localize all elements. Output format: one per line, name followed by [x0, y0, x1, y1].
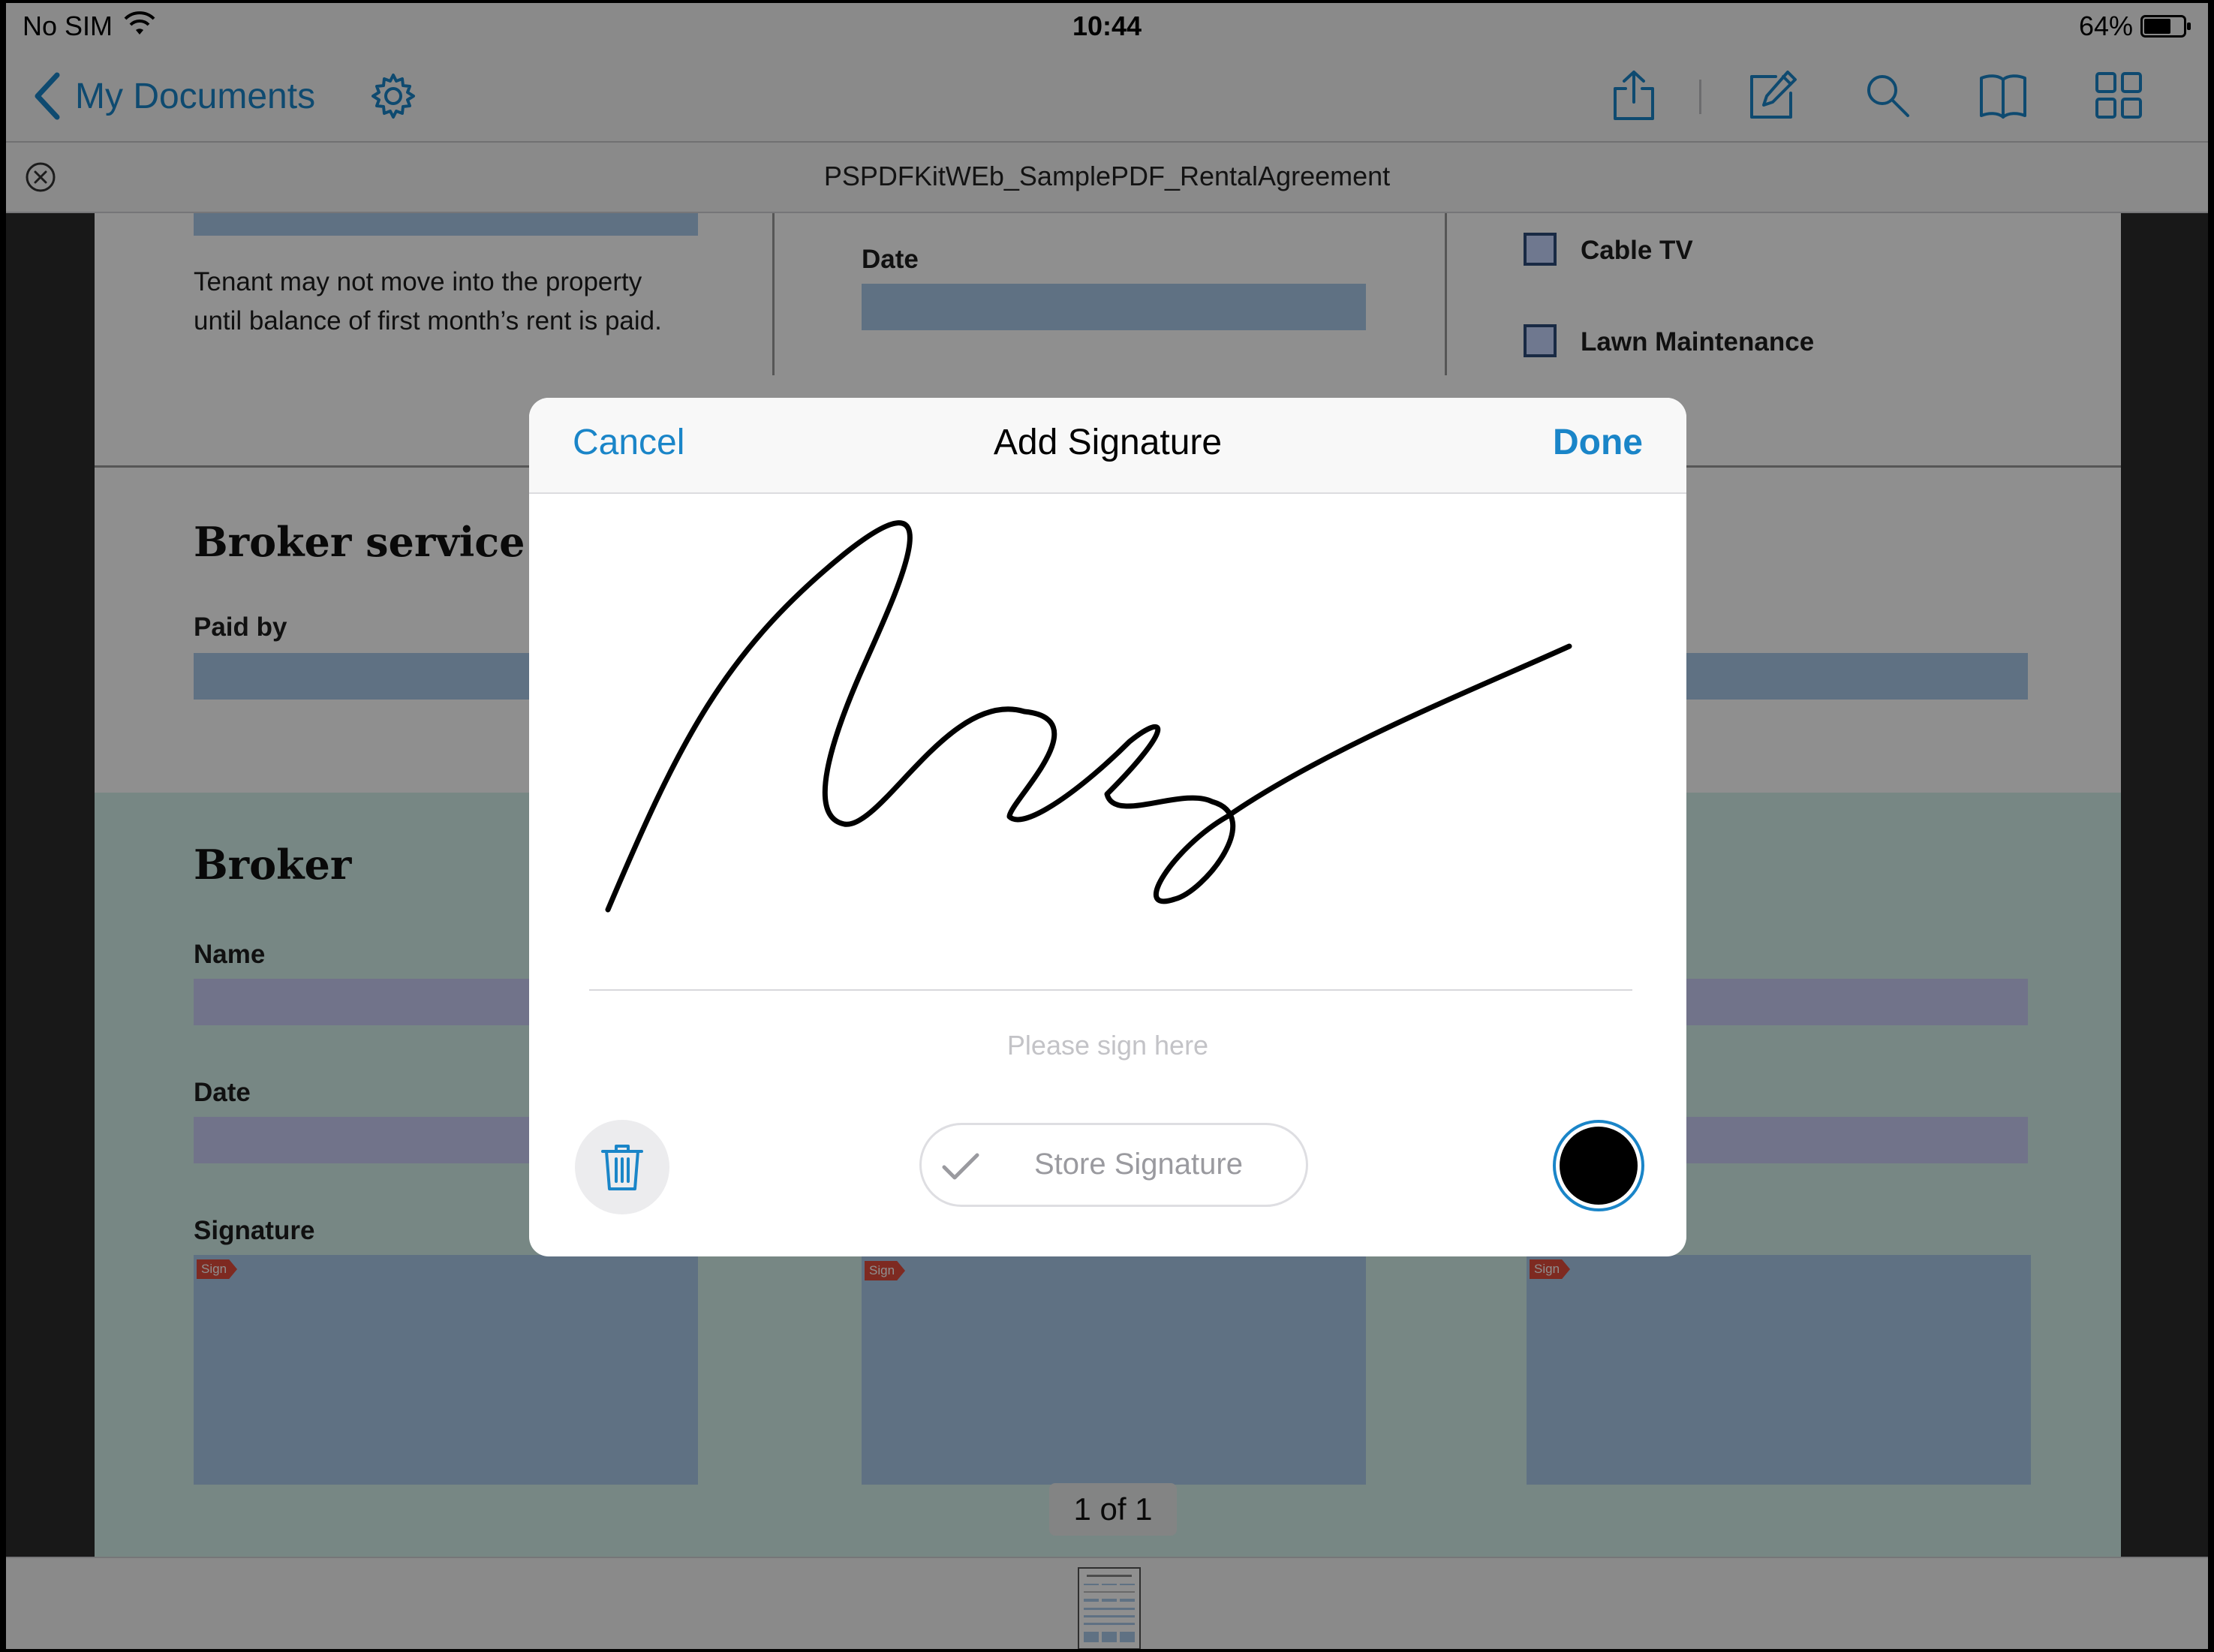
- ink-color-swatch: [1560, 1127, 1638, 1205]
- store-signature-label: Store Signature: [1034, 1148, 1243, 1181]
- signature-baseline: [589, 989, 1632, 991]
- dialog-title: Add Signature: [993, 423, 1223, 462]
- signature-drawing-canvas[interactable]: [529, 494, 1686, 914]
- done-button[interactable]: Done: [1553, 422, 1643, 463]
- ink-color-button[interactable]: [1553, 1120, 1644, 1211]
- trash-icon: [601, 1145, 643, 1190]
- clear-signature-button[interactable]: [575, 1120, 669, 1214]
- store-signature-toggle[interactable]: Store Signature: [919, 1123, 1308, 1207]
- add-signature-dialog: Cancel Add Signature Done Please sign he…: [529, 398, 1686, 1256]
- signature-stroke: [605, 520, 1572, 913]
- sign-here-hint: Please sign here: [1006, 1030, 1209, 1061]
- checkmark-icon: [942, 1153, 979, 1180]
- dialog-header: Cancel Add Signature Done: [529, 398, 1686, 494]
- ipad-screen: No SIM 10:44 64% My Documents PSPDFKitWE…: [6, 3, 2208, 1649]
